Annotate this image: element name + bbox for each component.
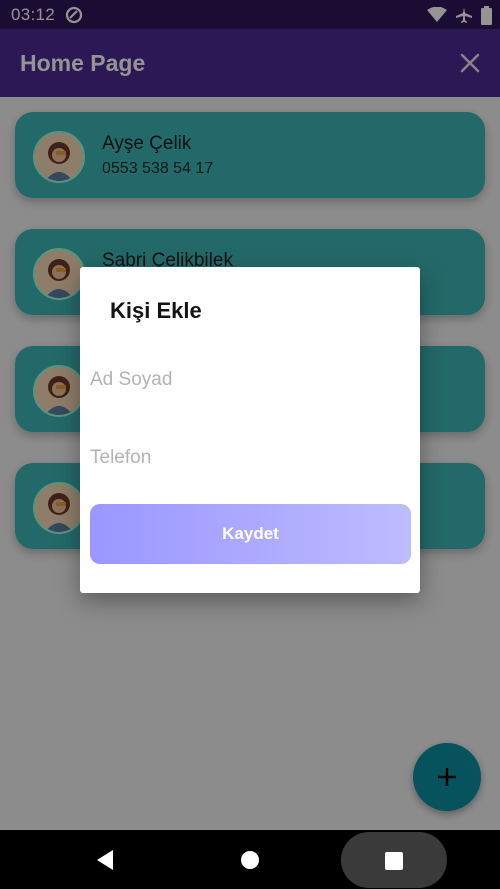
phone-input[interactable] [90, 443, 410, 473]
save-button[interactable]: Kaydet [90, 504, 411, 564]
add-contact-dialog: Kişi Ekle Kaydet [80, 267, 420, 593]
dialog-title: Kişi Ekle [110, 298, 202, 323]
recents-icon[interactable] [385, 852, 403, 870]
name-input[interactable] [90, 365, 410, 395]
back-icon[interactable] [95, 849, 115, 871]
navigation-bar [0, 830, 500, 889]
home-icon[interactable] [241, 851, 259, 869]
